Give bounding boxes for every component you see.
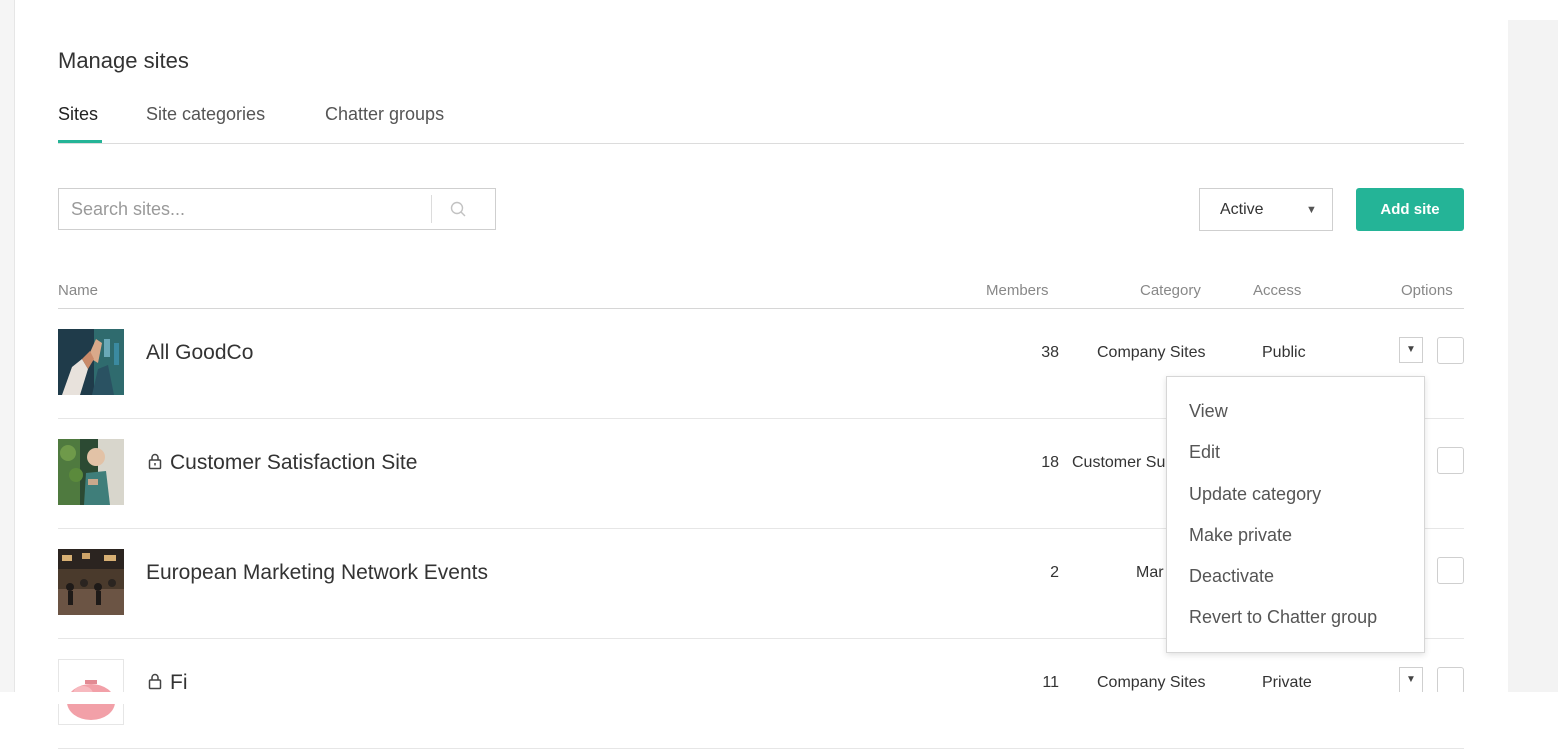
site-category: Company Sites <box>1097 344 1206 361</box>
tab-site-categories[interactable]: Site categories <box>146 104 265 125</box>
members-count: 38 <box>1041 344 1059 361</box>
site-thumbnail[interactable] <box>58 329 124 395</box>
tab-chatter-groups[interactable]: Chatter groups <box>325 104 444 125</box>
row-checkbox[interactable] <box>1437 667 1464 694</box>
active-tab-indicator <box>58 140 102 143</box>
menu-item-make-private[interactable]: Make private <box>1189 525 1292 546</box>
row-checkbox[interactable] <box>1437 337 1464 364</box>
menu-item-update-category[interactable]: Update category <box>1189 484 1321 505</box>
options-dropdown-button[interactable]: ▼ <box>1399 667 1423 693</box>
members-count: 2 <box>1050 564 1059 581</box>
row-checkbox[interactable] <box>1437 447 1464 474</box>
site-category: Company Sites <box>1097 674 1206 691</box>
site-thumbnail[interactable] <box>58 439 124 505</box>
lock-icon <box>146 452 164 476</box>
site-name-text: Fi <box>170 671 188 694</box>
right-margin <box>1508 20 1558 692</box>
site-name-text: Customer Satisfaction Site <box>170 451 418 474</box>
header-members[interactable]: Members <box>986 282 1049 299</box>
bottom-clip <box>0 692 1558 704</box>
site-thumbnail[interactable] <box>58 549 124 615</box>
site-name[interactable]: All GoodCo <box>146 341 253 365</box>
search-icon[interactable] <box>449 200 469 220</box>
site-category: Customer Su <box>1072 454 1166 471</box>
page-title: Manage sites <box>58 48 189 73</box>
header-name[interactable]: Name <box>58 282 98 299</box>
menu-item-revert-to-chatter-group[interactable]: Revert to Chatter group <box>1189 607 1377 628</box>
header-access[interactable]: Access <box>1253 282 1301 299</box>
search-divider <box>431 195 432 223</box>
options-dropdown-button[interactable]: ▼ <box>1399 337 1423 363</box>
menu-item-edit[interactable]: Edit <box>1189 442 1220 463</box>
site-access: Public <box>1262 344 1306 361</box>
site-name[interactable]: European Marketing Network Events <box>146 561 488 585</box>
header-options: Options <box>1401 282 1453 299</box>
left-margin <box>0 0 15 704</box>
options-menu: View Edit Update category Make private D… <box>1166 376 1425 653</box>
site-name[interactable]: Customer Satisfaction Site <box>146 451 417 476</box>
status-filter-value: Active <box>1220 201 1264 218</box>
members-count: 18 <box>1041 454 1059 471</box>
site-access: Private <box>1262 674 1312 691</box>
site-category: Mar <box>1136 564 1164 581</box>
header-category[interactable]: Category <box>1140 282 1201 299</box>
search-box <box>58 188 496 230</box>
menu-item-deactivate[interactable]: Deactivate <box>1189 566 1274 587</box>
chevron-down-icon: ▼ <box>1306 204 1317 216</box>
table-header: Name Members Category Access Options <box>58 278 1464 309</box>
tab-bar: Sites Site categories Chatter groups <box>58 104 1464 144</box>
row-checkbox[interactable] <box>1437 557 1464 584</box>
members-count: 11 <box>1042 674 1059 691</box>
status-filter-select[interactable]: Active ▼ <box>1199 188 1333 231</box>
search-input[interactable] <box>59 189 429 229</box>
menu-item-view[interactable]: View <box>1189 401 1228 422</box>
add-site-button[interactable]: Add site <box>1356 188 1464 231</box>
tab-sites[interactable]: Sites <box>58 104 98 125</box>
